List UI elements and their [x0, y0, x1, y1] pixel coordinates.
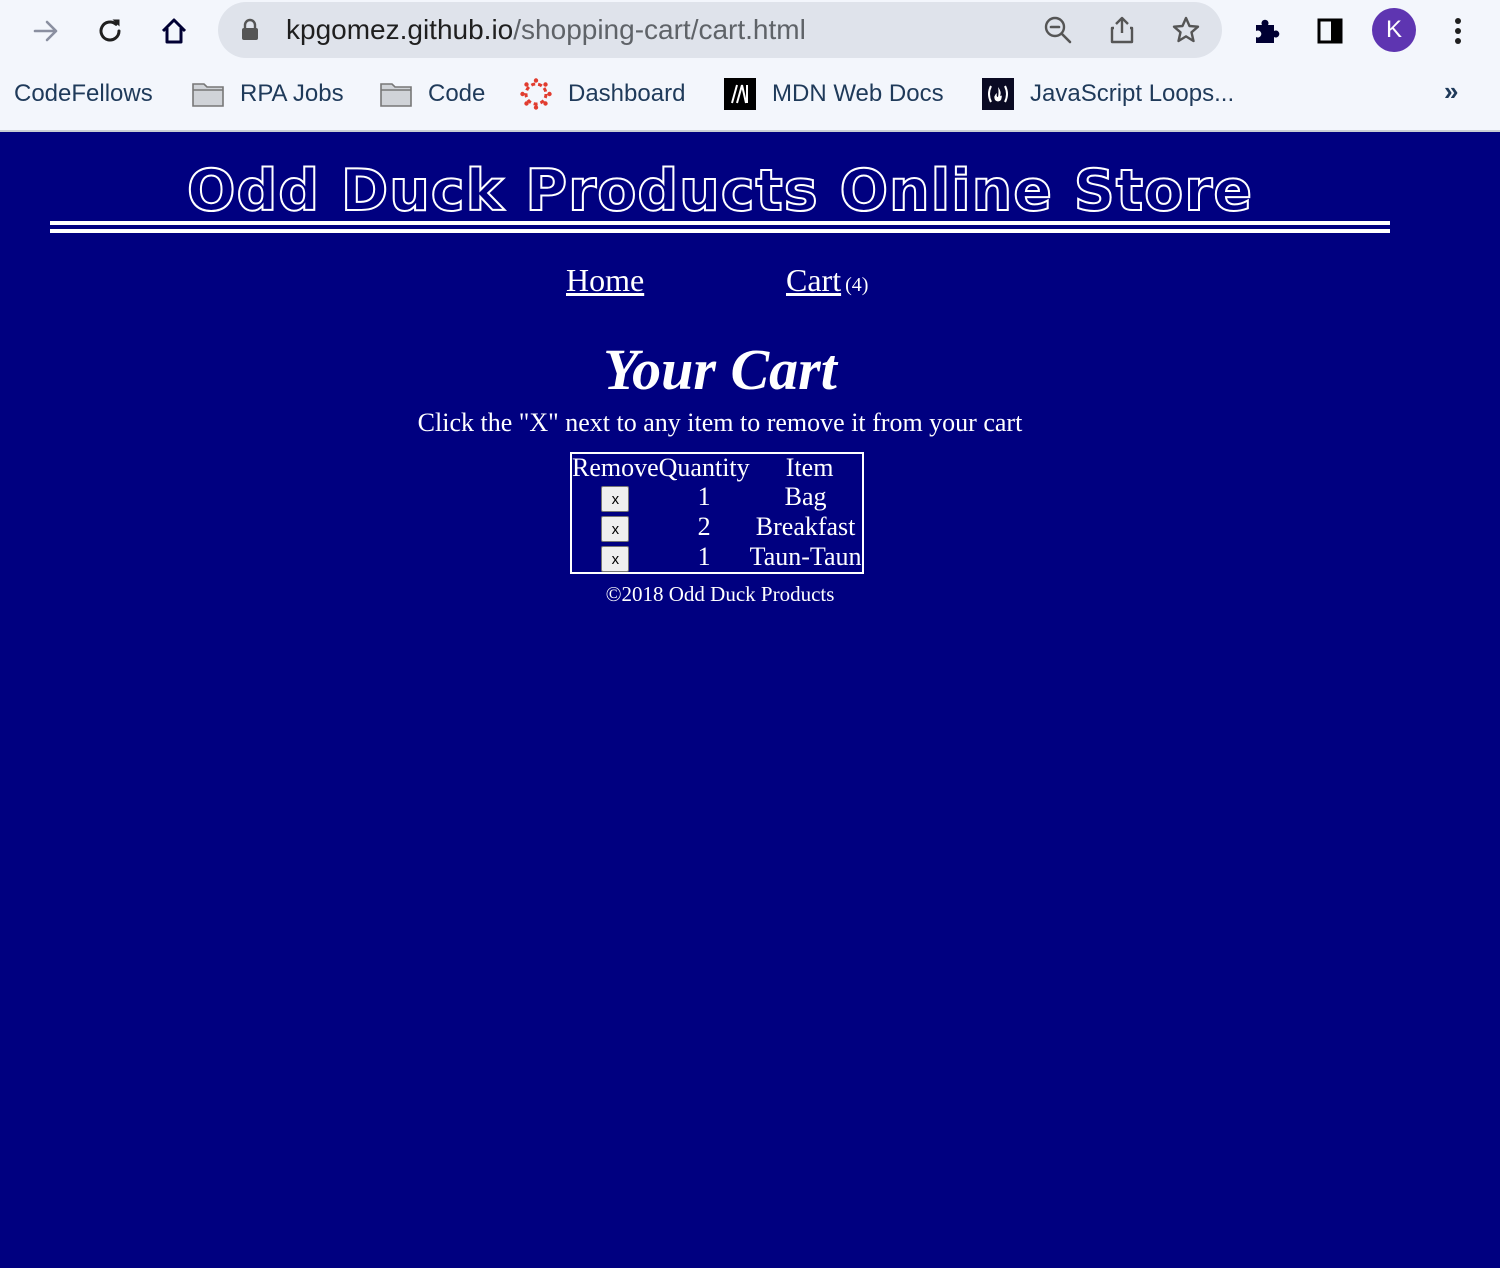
remove-cell: x [572, 542, 659, 573]
folder-icon [380, 78, 412, 110]
canvas-logo-icon [520, 78, 552, 110]
bookmark-javascript-loops[interactable]: JavaScript Loops... [982, 78, 1234, 110]
url-host: kpgomez.github.io [286, 14, 514, 45]
table-row: x 2 Breakfast [572, 512, 862, 543]
table-header-row: Remove Quantity Item [572, 454, 862, 482]
banner-title: Odd Duck Products Online Store [186, 157, 1253, 225]
bookmark-code[interactable]: Code [380, 78, 485, 110]
item-cell: Taun-Taun [749, 542, 862, 572]
bookmark-label: JavaScript Loops... [1030, 80, 1235, 107]
banner-rule-bottom [50, 229, 1390, 233]
profile-avatar[interactable]: K [1372, 8, 1416, 52]
item-cell: Breakfast [755, 512, 856, 542]
zoom-icon[interactable] [1042, 14, 1074, 46]
url-path: /shopping-cart/cart.html [513, 14, 806, 45]
bookmark-rpa-jobs[interactable]: RPA Jobs [192, 78, 344, 110]
page-title: Your Cart [603, 337, 837, 402]
freecodecamp-logo-icon [982, 78, 1014, 110]
header-item: Item [785, 453, 834, 482]
nav-cart-link[interactable]: Cart [786, 262, 841, 298]
table-row: x 1 Bag [572, 482, 862, 513]
banner-rule-top [50, 221, 1390, 225]
share-icon[interactable] [1106, 14, 1138, 46]
lock-icon[interactable] [240, 18, 260, 47]
extensions-icon[interactable] [1246, 11, 1286, 51]
item-cell: Bag [784, 482, 827, 512]
remove-item-button[interactable]: x [601, 546, 630, 573]
header-quantity: Quantity [658, 453, 750, 482]
quantity-cell: 1 [697, 482, 711, 512]
quantity-cell: 1 [697, 542, 711, 572]
bookmark-label: CodeFellows [14, 80, 153, 107]
home-icon[interactable] [154, 11, 194, 51]
quantity-cell: 2 [697, 512, 711, 542]
header-remove: Remove [572, 453, 659, 482]
remove-item-button[interactable]: x [601, 516, 630, 543]
bookmark-label: MDN Web Docs [772, 80, 944, 107]
bookmark-label: Code [428, 80, 486, 107]
cart-table: Remove Quantity Item x 1 Bag x 2 Breakfa… [570, 452, 864, 575]
browser-toolbar: kpgomez.github.io/shopping-cart/cart.htm… [0, 0, 1500, 62]
cart-count: (4) [845, 274, 869, 296]
menu-kebab-icon[interactable] [1438, 11, 1478, 51]
nav-home-link[interactable]: Home [566, 262, 644, 299]
side-panel-icon[interactable] [1310, 11, 1350, 51]
bookmark-codefellows[interactable]: CodeFellows [14, 78, 153, 110]
remove-cell: x [572, 512, 659, 543]
folder-icon [192, 78, 224, 110]
nav-cart: Cart (4) [786, 262, 868, 299]
address-bar[interactable]: kpgomez.github.io/shopping-cart/cart.htm… [218, 2, 1222, 58]
more-bookmarks-button[interactable]: » [1444, 76, 1458, 107]
reload-icon[interactable] [90, 11, 130, 51]
remove-item-button[interactable]: x [601, 486, 630, 513]
bookmark-star-icon[interactable] [1170, 14, 1202, 46]
bookmarks-bar: CodeFellows RPA Jobs Code Dashboard MDN … [0, 70, 1500, 118]
page-footer: ©2018 Odd Duck Products [605, 582, 835, 606]
bookmark-label: RPA Jobs [240, 80, 344, 107]
browser-chrome: kpgomez.github.io/shopping-cart/cart.htm… [0, 0, 1500, 132]
mdn-logo-icon [724, 78, 756, 110]
remove-cell: x [572, 482, 659, 513]
bookmark-mdn[interactable]: MDN Web Docs [724, 78, 944, 110]
forward-icon[interactable] [26, 11, 66, 51]
bookmark-dashboard[interactable]: Dashboard [520, 78, 685, 110]
bookmark-label: Dashboard [568, 80, 686, 107]
table-row: x 1 Taun-Taun [572, 542, 862, 573]
url-text[interactable]: kpgomez.github.io/shopping-cart/cart.htm… [286, 14, 806, 46]
cart-instructions: Click the "X" next to any item to remove… [417, 408, 1023, 437]
